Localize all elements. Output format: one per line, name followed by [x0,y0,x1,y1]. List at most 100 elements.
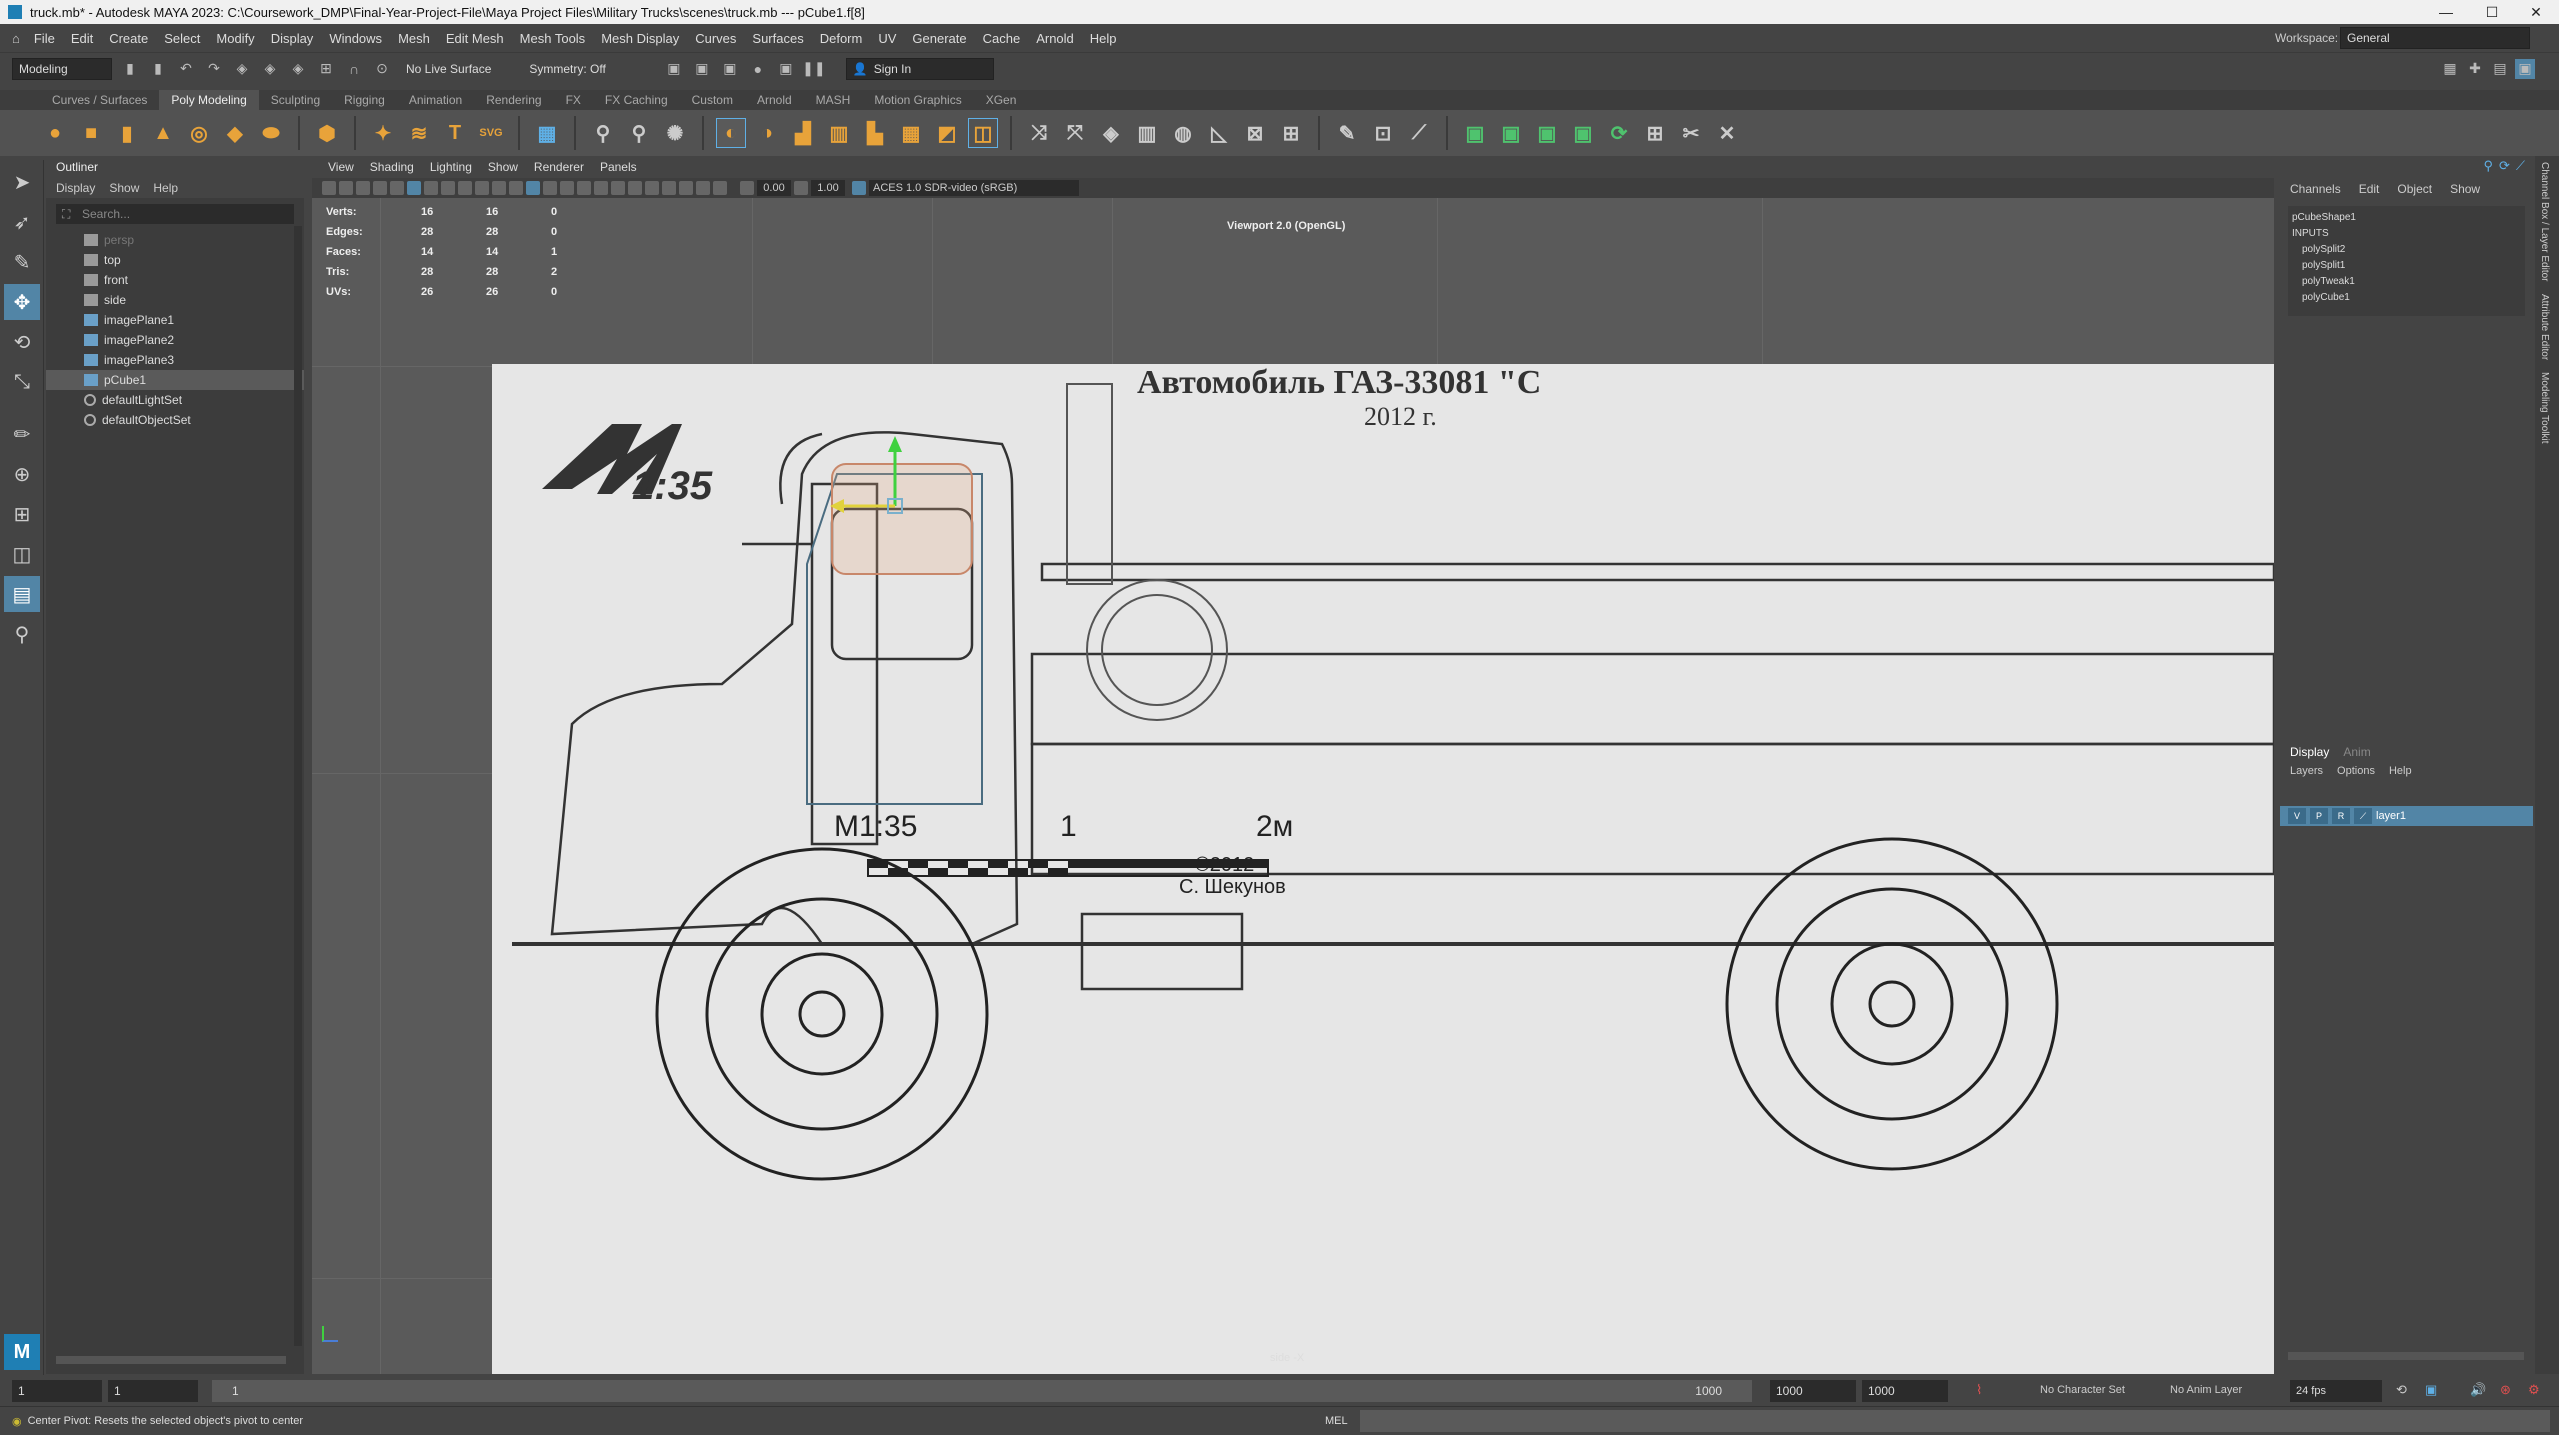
isolate-select-icon[interactable] [662,181,676,195]
range-bar[interactable]: 1 1000 [212,1380,1752,1402]
shelf-tab-fx-caching[interactable]: FX Caching [593,90,680,110]
color-management-icon[interactable] [852,181,866,195]
sweep-mesh-icon[interactable]: ≋ [404,118,434,148]
search-icon[interactable]: ⚲ [4,616,40,652]
undo-icon[interactable]: ↶ [176,59,196,79]
menu-display[interactable]: Display [263,31,322,46]
connect-icon[interactable]: ◈ [1096,118,1126,148]
scale-tool-icon[interactable]: ⤡ [4,364,40,400]
wireframe-on-shaded-icon[interactable] [543,181,557,195]
pause-icon[interactable]: ❚❚ [802,59,825,79]
image-plane-icon[interactable] [373,181,387,195]
four-view-layout-icon[interactable]: ⊞ [4,496,40,532]
merge-icon[interactable]: ⤨ [1024,118,1054,148]
viewport-menu-panels[interactable]: Panels [594,160,643,174]
menu-uv[interactable]: UV [870,31,904,46]
shelf-tab-motion-graphics[interactable]: Motion Graphics [862,90,973,110]
menu-select[interactable]: Select [156,31,208,46]
playback-start-field[interactable]: 1 [108,1380,198,1402]
channel-menu-edit[interactable]: Edit [2359,182,2380,196]
maximize-button[interactable]: ☐ [2469,0,2515,24]
select-hierarchy-icon[interactable]: ◈ [232,59,252,79]
menu-deform[interactable]: Deform [812,31,871,46]
collapse-icon[interactable]: ⤧ [1060,118,1090,148]
lights-icon[interactable] [577,181,591,195]
workspace-dropdown[interactable]: General [2340,27,2530,49]
outliner-item[interactable]: defaultObjectSet [46,410,304,430]
paint-select-icon[interactable]: ✎ [4,244,40,280]
mirror-icon[interactable]: ◑ [752,118,782,148]
side-tab-attribute-editor[interactable]: Attribute Editor [2535,288,2554,366]
svg-tool-icon[interactable]: SVG [476,118,506,148]
cylindrical-uv-icon[interactable]: ▣ [1496,118,1526,148]
outliner-item[interactable]: defaultLightSet [46,390,304,410]
layer-menu-help[interactable]: Help [2389,765,2412,777]
command-line-input[interactable] [1360,1410,2550,1432]
quad-draw-icon[interactable]: ⊡ [1368,118,1398,148]
film-gate-icon[interactable] [424,181,438,195]
save-icon[interactable]: ▮ [148,59,168,79]
super-shape-icon[interactable]: ✦ [368,118,398,148]
poly-cylinder-icon[interactable]: ▮ [112,118,142,148]
boolean-icon[interactable]: ◐ [716,118,746,148]
separate-icon[interactable]: ⚲ [624,118,654,148]
outliner-h-scrollbar[interactable] [56,1356,286,1364]
render-settings-icon[interactable]: ▣ [720,59,740,79]
poly-disc-icon[interactable]: ⬬ [256,118,286,148]
menu-arnold[interactable]: Arnold [1028,31,1082,46]
menu-mesh-display[interactable]: Mesh Display [593,31,687,46]
xray-icon[interactable] [679,181,693,195]
minimize-button[interactable]: — [2423,0,2469,24]
channel-item[interactable]: INPUTS [2292,226,2521,242]
target-weld-icon[interactable]: ⊠ [1240,118,1270,148]
select-tool-icon[interactable]: ➤ [4,164,40,200]
menu-curves[interactable]: Curves [687,31,744,46]
layer-playback-toggle[interactable]: P [2310,808,2328,824]
xray-joints-icon[interactable] [696,181,710,195]
uv-editor-icon[interactable]: ⟋ [1404,118,1434,148]
smooth-icon[interactable]: ✺ [660,118,690,148]
gamma-icon[interactable] [794,181,808,195]
layer-menu-layers[interactable]: Layers [2290,765,2323,777]
fps-dropdown[interactable]: 24 fps [2290,1380,2382,1402]
menu-mesh[interactable]: Mesh [390,31,438,46]
channel-menu-object[interactable]: Object [2397,182,2432,196]
poly-cone-icon[interactable]: ▲ [148,118,178,148]
shelf-tab-fx[interactable]: FX [554,90,593,110]
playback-end-field[interactable]: 1000 [1770,1380,1856,1402]
poly-torus-icon[interactable]: ◎ [184,118,214,148]
outliner-layout-icon[interactable]: ▤ [4,576,40,612]
menu-create[interactable]: Create [101,31,156,46]
shelf-tab-custom[interactable]: Custom [680,90,745,110]
extrude-icon[interactable]: ▟ [788,118,818,148]
symmetry-dropdown[interactable]: Symmetry: Off [529,62,605,76]
resolution-gate-icon[interactable] [441,181,455,195]
sew-uv-icon[interactable]: ✕ [1712,118,1742,148]
poke-icon[interactable]: ⊞ [1276,118,1306,148]
exposure-icon[interactable] [740,181,754,195]
insert-edge-loop-icon[interactable]: ▥ [1132,118,1162,148]
sculpt-icon[interactable]: ✎ [1332,118,1362,148]
layer-visibility-toggle[interactable]: V [2288,808,2306,824]
outliner-item[interactable]: pCube1 [46,370,304,390]
toolbox-toggle-icon[interactable]: ✚ [2465,59,2485,79]
bridge-icon[interactable]: ▥ [824,118,854,148]
unfold-uv-icon[interactable]: ⟳ [1604,118,1634,148]
gate-mask-icon[interactable] [458,181,472,195]
menu-set-dropdown[interactable]: Modeling [12,57,112,80]
layer-color-icon[interactable]: ⟋ [2354,808,2372,824]
motion-blur-icon[interactable] [628,181,642,195]
hypershade-icon[interactable]: ● [748,59,768,79]
sign-in-button[interactable]: 👤 Sign In [845,57,994,80]
ipr-render-icon[interactable]: ▣ [692,59,712,79]
redo-icon[interactable]: ↷ [204,59,224,79]
poly-plane-icon[interactable]: ◆ [220,118,250,148]
render-frame-icon[interactable]: ▣ [664,59,684,79]
outliner-menu-show[interactable]: Show [109,181,139,195]
offset-edge-loop-icon[interactable]: ◍ [1168,118,1198,148]
outliner-item[interactable]: persp [46,230,304,250]
rotate-tool-icon[interactable]: ⟲ [4,324,40,360]
outliner-item[interactable]: top [46,250,304,270]
snap-grid-icon[interactable]: ⊞ [316,59,336,79]
mel-label[interactable]: MEL [1325,1415,1348,1427]
